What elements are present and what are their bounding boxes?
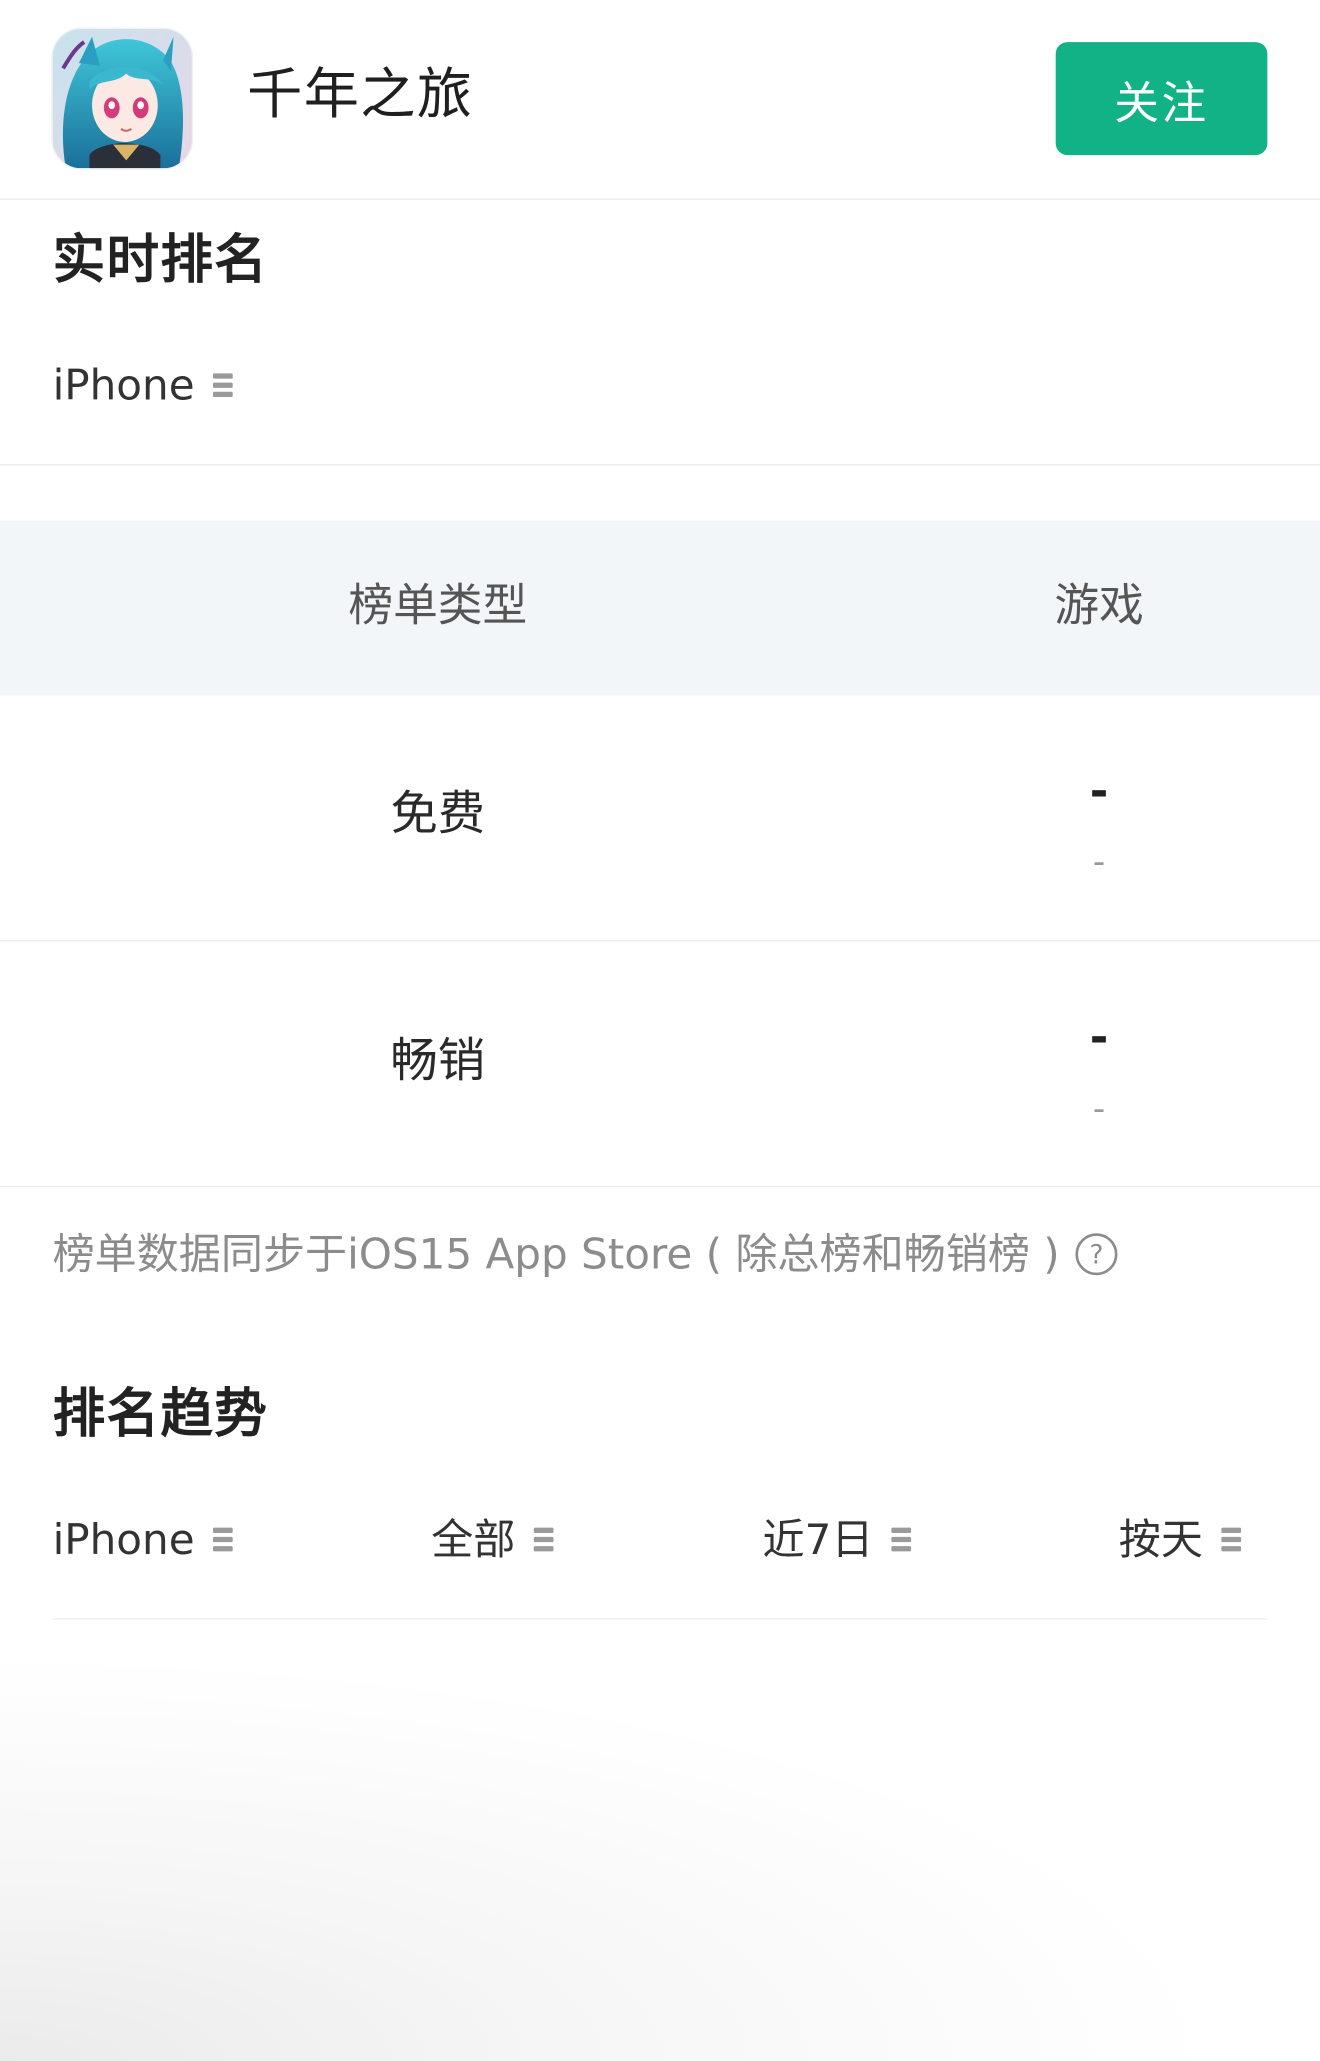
menu-icon bbox=[213, 373, 233, 398]
app-icon-artwork bbox=[52, 28, 192, 169]
data-source-note-text: 榜单数据同步于iOS15 App Store ( 除总榜和畅销榜 ) bbox=[52, 1229, 1060, 1280]
menu-icon bbox=[1221, 1527, 1242, 1552]
menu-icon bbox=[533, 1527, 554, 1552]
trend-device-label: iPhone bbox=[52, 1514, 195, 1565]
trend-range-dropdown[interactable]: 近7日 bbox=[763, 1511, 912, 1569]
trend-scope-dropdown[interactable]: 全部 bbox=[431, 1511, 554, 1569]
header-divider bbox=[0, 198, 1320, 200]
realtime-ranking-title: 实时排名 bbox=[52, 230, 269, 291]
menu-icon bbox=[891, 1527, 912, 1552]
trend-range-label: 近7日 bbox=[762, 1514, 874, 1565]
app-icon[interactable] bbox=[52, 28, 192, 169]
menu-icon bbox=[213, 1527, 233, 1552]
rank-change: - bbox=[1092, 842, 1106, 883]
column-header-chart-type: 榜单类型 bbox=[348, 579, 528, 633]
table-row-divider bbox=[0, 1185, 1320, 1188]
device-dropdown[interactable]: iPhone bbox=[53, 356, 233, 414]
trend-scope-label: 全部 bbox=[431, 1514, 516, 1565]
trend-device-dropdown[interactable]: iPhone bbox=[53, 1511, 233, 1569]
row-label-grossing: 畅销 bbox=[390, 1034, 486, 1089]
trend-chart-area bbox=[0, 1619, 1320, 2061]
rank-value: - bbox=[1089, 1011, 1109, 1064]
rank-value: - bbox=[1089, 765, 1109, 818]
app-name: 千年之旅 bbox=[247, 61, 474, 127]
rank-change: - bbox=[1092, 1089, 1106, 1130]
trend-granularity-dropdown[interactable]: 按天 bbox=[1118, 1511, 1242, 1569]
ranking-trend-title: 排名趋势 bbox=[52, 1384, 269, 1445]
device-dropdown-label: iPhone bbox=[52, 360, 195, 411]
data-source-note: 榜单数据同步于iOS15 App Store ( 除总榜和畅销榜 ) ? bbox=[53, 1224, 1118, 1284]
help-icon[interactable]: ? bbox=[1075, 1233, 1118, 1276]
follow-button[interactable]: 关注 bbox=[1055, 42, 1268, 156]
table-row-divider bbox=[0, 940, 1320, 942]
section-divider bbox=[0, 464, 1320, 466]
trend-granularity-label: 按天 bbox=[1118, 1514, 1203, 1565]
column-header-games: 游戏 bbox=[1054, 579, 1144, 633]
app-rank-page: 千年之旅 关注 实时排名 iPhone 榜单类型 游戏 免费 - - 畅销 - … bbox=[0, 0, 1320, 2061]
row-label-free: 免费 bbox=[390, 787, 486, 842]
